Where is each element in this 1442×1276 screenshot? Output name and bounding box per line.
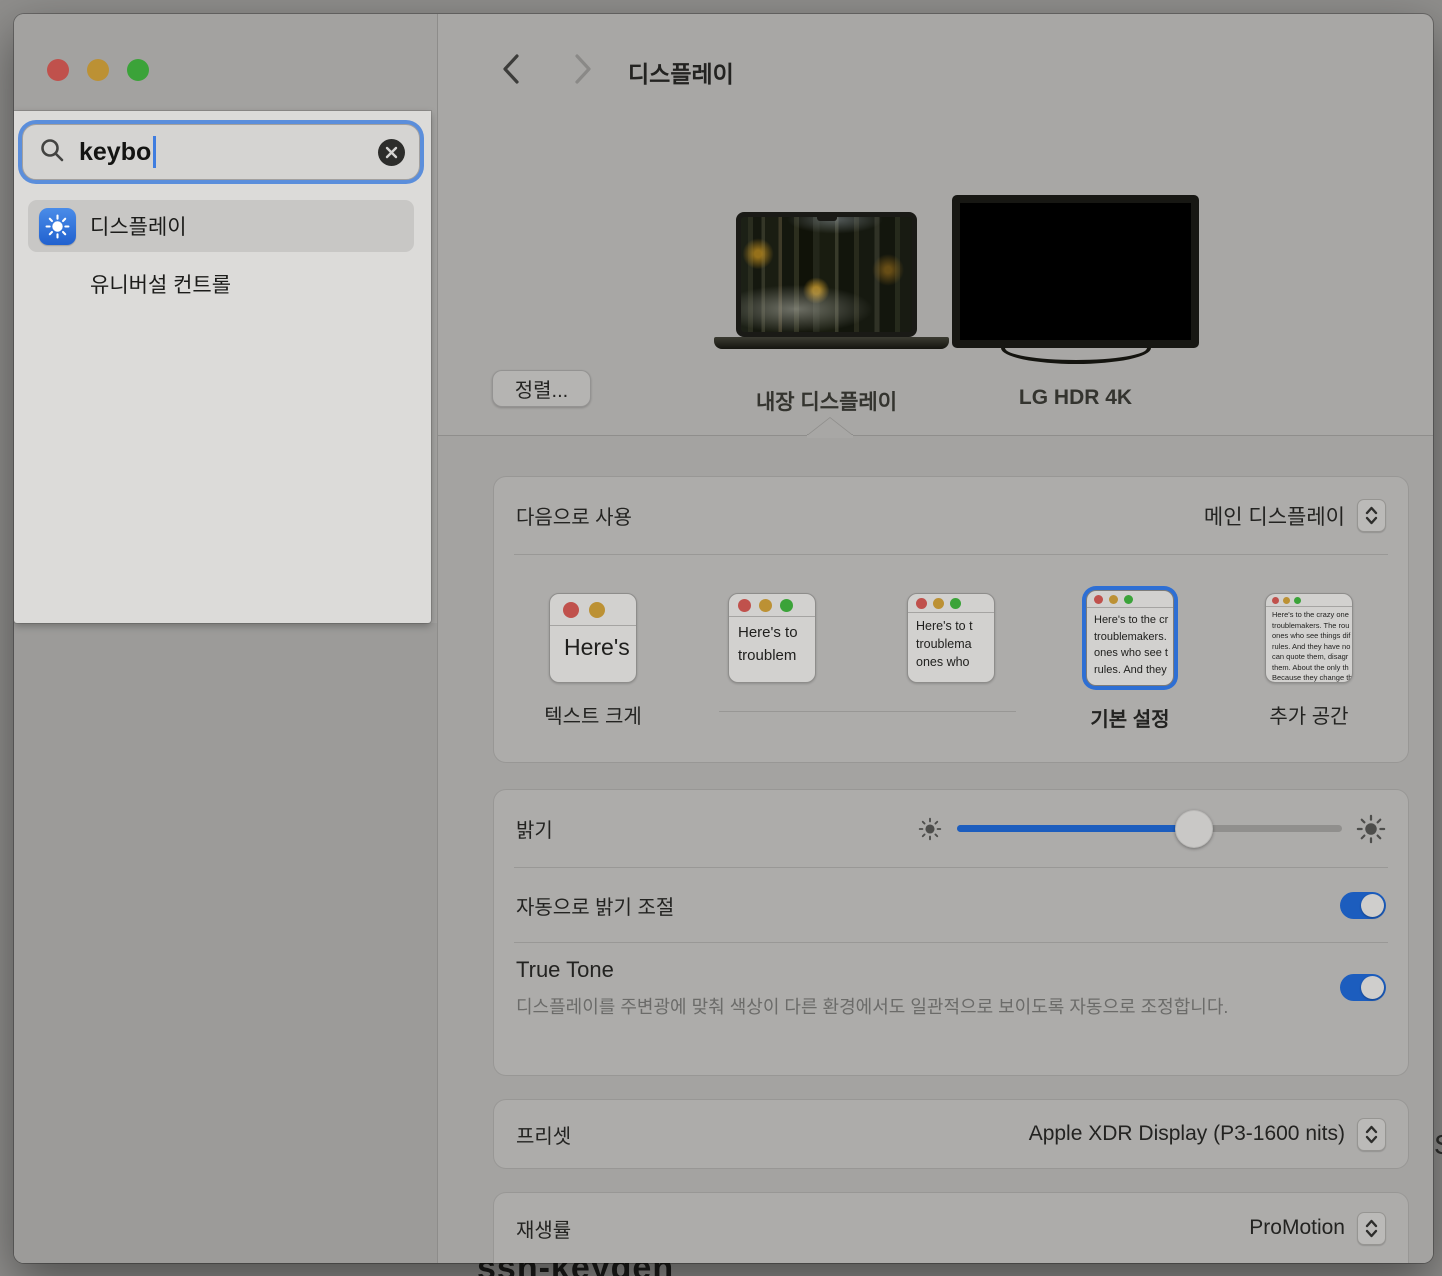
true-tone-toggle[interactable] [1340,974,1386,1001]
magnifier-icon [39,137,65,168]
brightness-slider[interactable] [957,825,1342,832]
brightness-bright-icon [1356,814,1386,844]
scale-option-preview: Here's to the crazy onetroublemakers. Th… [1265,593,1353,683]
arrange-displays-button[interactable]: 정렬... [492,370,591,407]
search-result-label: 유니버설 컨트롤 [90,269,231,299]
scale-option-preview: Here's to the crtroublemakers.ones who s… [1086,590,1174,686]
main-panel: 디스플레이 내장 디스플레이 LG HDR 4K 정렬... 다음으로 사용 메… [438,14,1433,1263]
refresh-rate-row: 재생률 ProMotion [494,1193,1408,1263]
use-as-label: 다음으로 사용 [516,501,632,530]
system-settings-window: keybo [14,14,1433,1263]
scale-option-preview: Here's to ttroublemaones who [907,593,995,683]
scale-option-label: 추가 공간 [1209,700,1409,729]
scale-option-preview: Here's [549,593,637,683]
search-input[interactable]: keybo [22,124,420,180]
search-results-popup: keybo [14,111,431,623]
brightness-slider-thumb[interactable] [1175,810,1213,848]
use-as-dropdown[interactable] [1357,499,1386,532]
clear-search-button[interactable] [378,139,405,166]
refresh-rate-label: 재생률 [516,1214,571,1243]
use-as-value: 메인 디스플레이 [1204,501,1345,531]
builtin-display-thumbnail[interactable] [736,212,917,337]
refresh-rate-value: ProMotion [1249,1216,1345,1240]
external-display-name: LG HDR 4K [952,386,1199,410]
preset-label: 프리셋 [516,1120,571,1149]
text-cursor [153,136,156,168]
auto-brightness-label: 자동으로 밝기 조절 [516,891,674,920]
search-result-display[interactable]: 디스플레이 [28,200,414,252]
preset-row: 프리셋 Apple XDR Display (P3-1600 nits) [494,1100,1408,1168]
builtin-display-name: 내장 디스플레이 [736,386,917,416]
refresh-rate-dropdown[interactable] [1357,1212,1386,1245]
background-partial-text-right: S [1434,1129,1442,1161]
scale-option-default[interactable]: Here's to the crtroublemakers.ones who s… [1086,593,1174,686]
true-tone-description: 디스플레이를 주변광에 맞춰 색상이 다른 환경에서도 일관적으로 보이도록 자… [516,993,1256,1022]
scale-option-label: 기본 설정 [1030,703,1230,732]
brightness-label: 밝기 [516,814,553,843]
laptop-base [714,337,949,349]
selected-display-pointer [807,418,853,436]
search-result-label: 디스플레이 [90,211,187,241]
preset-card: 프리셋 Apple XDR Display (P3-1600 nits) [494,1100,1408,1168]
window-controls [47,59,149,81]
row-divider [514,554,1388,555]
zoom-window-button[interactable] [127,59,149,81]
brightness-row: 밝기 [494,790,1408,867]
scale-option-label: 텍스트 크게 [493,700,693,729]
true-tone-row: True Tone 디스플레이를 주변광에 맞춰 색상이 다른 환경에서도 일관… [494,943,1408,1075]
section-divider [438,435,1433,436]
scale-option-3[interactable]: Here's to ttroublemaones who [907,593,995,683]
page-title: 디스플레이 [628,55,734,89]
external-display-thumbnail[interactable] [952,195,1199,348]
scale-option-preview: Here's totroublem [728,593,816,683]
scale-options-connector-line [719,711,1016,712]
laptop-notch [817,216,837,221]
minimize-window-button[interactable] [87,59,109,81]
brightness-card: 밝기 자동으로 밝기 조절 [494,790,1408,1075]
toggle-knob [1361,894,1384,917]
use-as-card: 다음으로 사용 메인 디스플레이 Here's 텍스트 크게 He [494,477,1408,762]
auto-brightness-toggle[interactable] [1340,892,1386,919]
back-button[interactable] [494,52,528,86]
sidebar: keybo [14,14,437,1263]
preset-value: Apple XDR Display (P3-1600 nits) [1029,1122,1345,1146]
refresh-rate-card: 재생률 ProMotion [494,1193,1408,1263]
scale-option-larger-text[interactable]: Here's 텍스트 크게 [549,593,637,683]
toggle-knob [1361,976,1384,999]
search-result-universal-control[interactable]: 유니버설 컨트롤 [28,258,414,310]
true-tone-label: True Tone [516,957,1340,983]
brightness-dim-icon [917,816,943,842]
brightness-slider-fill [957,825,1194,832]
search-input-value: keybo [79,138,151,167]
display-brightness-icon [39,208,76,245]
scale-option-2[interactable]: Here's totroublem [728,593,816,683]
close-window-button[interactable] [47,59,69,81]
use-as-row: 다음으로 사용 메인 디스플레이 [494,477,1408,554]
scale-option-more-space[interactable]: Here's to the crazy onetroublemakers. Th… [1265,593,1353,683]
auto-brightness-row: 자동으로 밝기 조절 [494,868,1408,942]
sidebar-divider [437,14,438,1263]
forward-button[interactable] [566,52,600,86]
preset-dropdown[interactable] [1357,1118,1386,1151]
